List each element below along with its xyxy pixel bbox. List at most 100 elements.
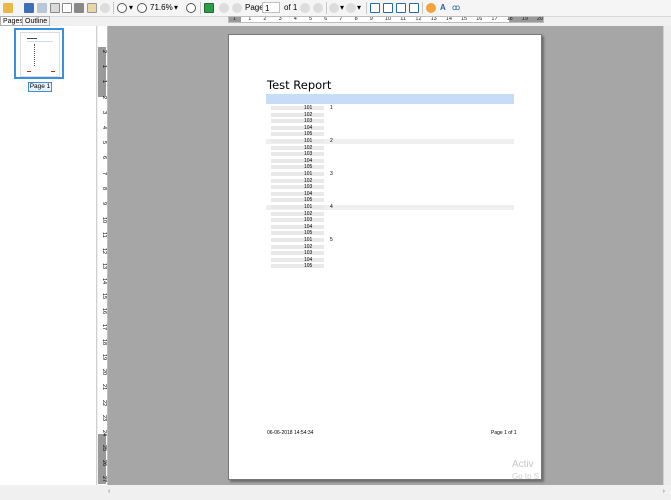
ruler-tick-label: 20 <box>101 369 107 376</box>
vertical-ruler: 2 1 1 2 3 4 5 6 7 8 9 10 11 12 13 14 15 16 17 18 19 20 21 22 23 2… <box>98 26 108 485</box>
scroll-right-arrow[interactable]: › <box>663 488 665 495</box>
ruler-tick-label: 22 <box>101 399 107 406</box>
activation-watermark-sub: Go to S <box>512 472 540 481</box>
row-value: 103 <box>304 118 313 125</box>
ruler-tick-label: 16 <box>476 16 483 22</box>
ruler-tick-label: 27 <box>101 475 107 482</box>
book-layout-icon[interactable] <box>396 3 406 13</box>
ruler-tick-label: 24 <box>101 430 107 437</box>
row-cell <box>271 106 324 110</box>
group-key: 4 <box>330 204 333 210</box>
zoom-level-dropdown[interactable]: ▾ <box>174 3 178 13</box>
new-page-icon[interactable] <box>62 3 72 13</box>
row-cell <box>271 165 324 170</box>
ruler-tick-label: 5 <box>101 141 107 145</box>
row-cell <box>271 244 324 249</box>
group-key: 1 <box>330 105 333 111</box>
ruler-tick-label: 17 <box>101 323 107 330</box>
copy-icon[interactable] <box>37 3 47 13</box>
row-cell <box>271 112 324 117</box>
row-value: 102 <box>304 111 313 118</box>
row-value: 104 <box>304 157 313 164</box>
ruler-tick-label: 9 <box>101 202 107 206</box>
ruler-tick-label: 4 <box>293 16 297 22</box>
ruler-tick-label: 2 <box>101 95 107 99</box>
print-icon[interactable] <box>74 3 84 13</box>
ruler-tick-label: 1 <box>233 16 237 22</box>
zoom-level[interactable]: 71.6% <box>150 3 173 13</box>
ruler-tick-label: 5 <box>309 16 313 22</box>
ruler-tick-label: 10 <box>101 217 107 224</box>
search-icon[interactable]: ꝏ <box>452 3 460 13</box>
stop-icon[interactable] <box>100 3 110 13</box>
row-cell <box>271 238 324 242</box>
row-cell <box>271 198 324 203</box>
back-dropdown[interactable]: ▾ <box>340 3 344 13</box>
header-band <box>266 94 514 104</box>
save-icon[interactable] <box>24 3 34 13</box>
ruler-tick-label: 6 <box>101 156 107 160</box>
two-page-layout-icon[interactable] <box>383 3 393 13</box>
page-thumbnail[interactable] <box>14 28 64 79</box>
ruler-tick-label: 23 <box>101 414 107 421</box>
panel-tabs: Pages Outline <box>0 16 98 26</box>
last-page-icon[interactable] <box>313 3 323 13</box>
horizontal-scrollbar[interactable]: ‹ › <box>108 485 671 500</box>
group-key: 2 <box>330 138 333 144</box>
row-cell <box>271 205 324 209</box>
tab-outline[interactable]: Outline <box>22 16 51 26</box>
ruler-tick-label: 1 <box>101 80 107 84</box>
first-page-icon[interactable] <box>219 3 229 13</box>
single-page-view-icon[interactable] <box>204 3 214 13</box>
export-icon[interactable] <box>87 3 97 13</box>
open-icon[interactable] <box>3 3 13 13</box>
row-value: 102 <box>304 177 313 184</box>
vertical-scrollbar[interactable] <box>663 26 671 485</box>
row-cell <box>271 218 324 223</box>
ruler-tick-label: 14 <box>445 16 452 22</box>
font-icon[interactable]: A <box>440 3 446 13</box>
ruler-tick-label: 8 <box>354 16 358 22</box>
row-value: 105 <box>304 230 313 237</box>
row-cell <box>271 257 324 262</box>
ruler-tick-label: 10 <box>385 16 392 22</box>
toolbar: ▾ 71.6% ▾ Page 1 of 1 ▾ ▾ A ꝏ <box>0 0 671 17</box>
ruler-tick-label: 26 <box>101 460 107 467</box>
forward-dropdown[interactable]: ▾ <box>357 3 361 13</box>
row-value: 104 <box>304 223 313 230</box>
page-number-input[interactable]: 1 <box>262 2 280 13</box>
one-page-layout-icon[interactable] <box>370 3 380 13</box>
scroll-left-arrow[interactable]: ‹ <box>108 488 110 495</box>
ruler-tick-label: 12 <box>101 247 107 254</box>
zoom-dropdown-arrow[interactable]: ▾ <box>129 3 133 13</box>
row-cell <box>271 145 324 150</box>
footer-page-number: Page 1 of 1 <box>491 430 517 436</box>
group-key: 5 <box>330 237 333 243</box>
ruler-tick-label: 13 <box>101 262 107 269</box>
next-page-icon[interactable] <box>300 3 310 13</box>
row-cell <box>271 185 324 190</box>
row-cell <box>271 224 324 229</box>
zoom-fit-icon[interactable] <box>186 3 196 13</box>
page-count: of 1 <box>284 3 298 12</box>
page-setup-icon[interactable] <box>50 3 60 13</box>
zoom-out-icon[interactable] <box>137 3 147 13</box>
ruler-tick-label: 3 <box>278 16 282 22</box>
back-icon[interactable] <box>329 3 339 13</box>
row-cell <box>271 132 324 137</box>
multi-page-layout-icon[interactable] <box>409 3 419 13</box>
previous-page-icon[interactable] <box>232 3 242 13</box>
ruler-tick-label: 16 <box>101 308 107 315</box>
ruler-tick-label: 15 <box>101 293 107 300</box>
zoom-in-icon[interactable] <box>117 3 127 13</box>
row-cell <box>271 264 324 269</box>
ruler-tick-label: 20 <box>537 16 544 22</box>
row-cell <box>271 191 324 196</box>
ruler-tick-label: 4 <box>101 126 107 130</box>
row-cell <box>271 172 324 176</box>
row-cell <box>271 251 324 256</box>
find-text-icon[interactable] <box>426 3 436 13</box>
ruler-tick-label: 11 <box>400 16 406 22</box>
forward-icon[interactable] <box>346 3 356 13</box>
thumbnail-label[interactable]: Page 1 <box>28 82 52 92</box>
